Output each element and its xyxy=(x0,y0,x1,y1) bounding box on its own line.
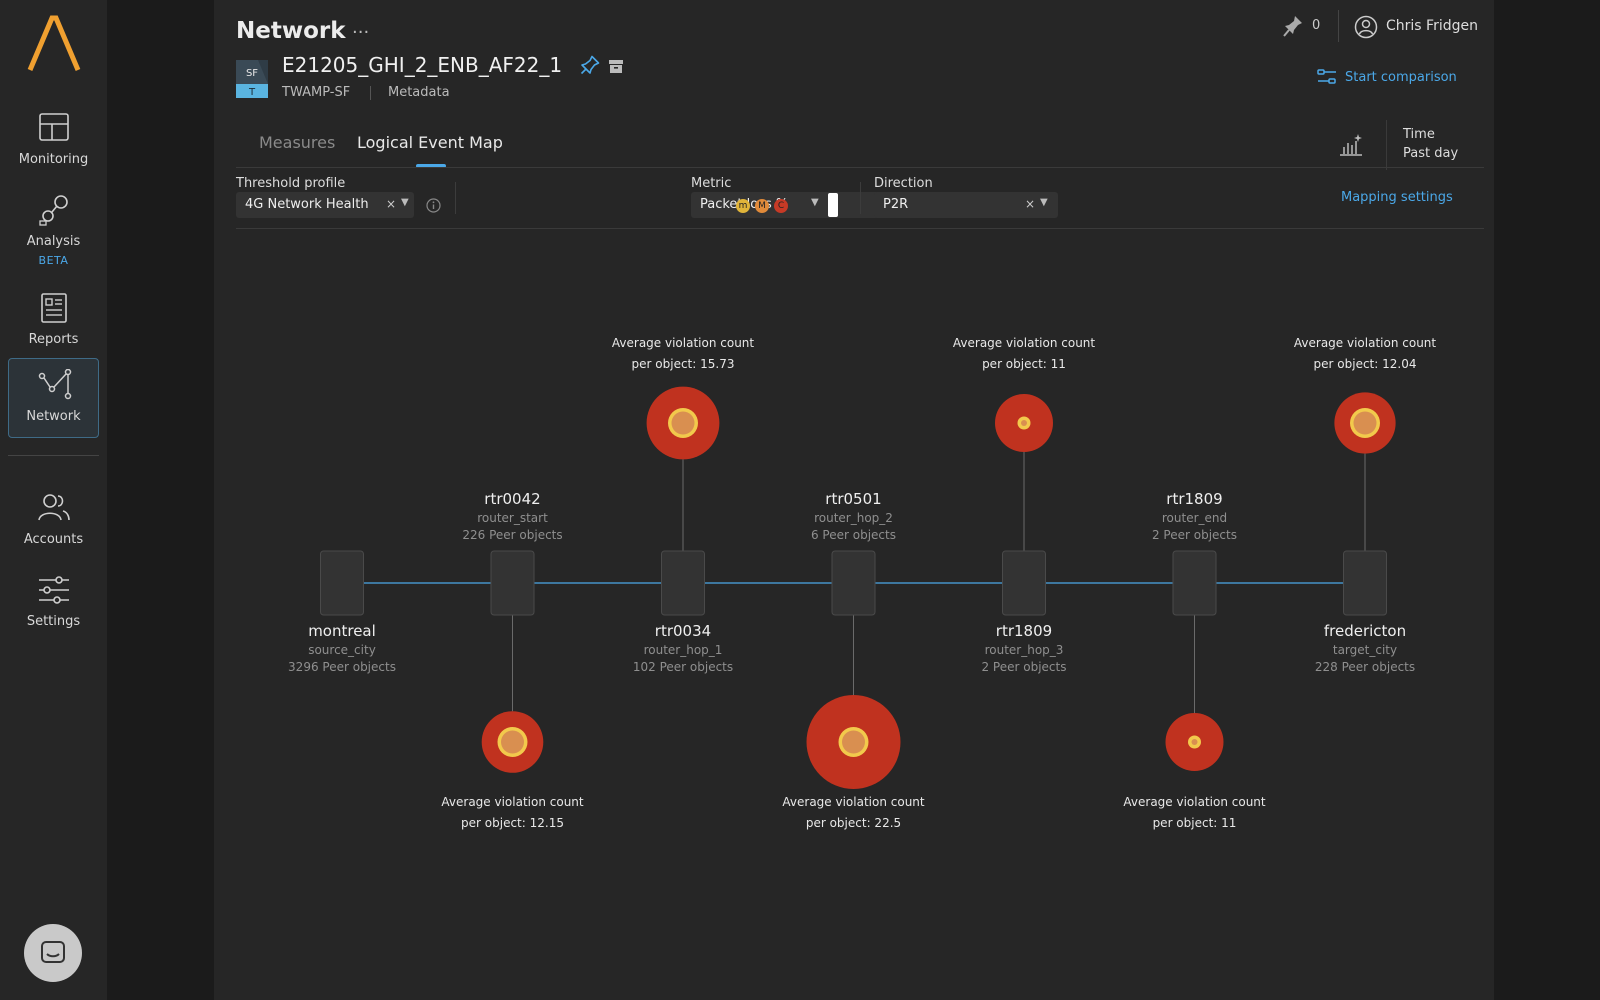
violation-caption: Average violation count xyxy=(1294,336,1437,350)
violation-caption: Average violation count xyxy=(441,795,584,809)
node-peers: 6 Peer objects xyxy=(811,528,896,542)
violation-core xyxy=(1021,420,1027,426)
node-name: rtr1809 xyxy=(1166,490,1222,508)
node-role: router_hop_1 xyxy=(644,643,723,657)
violation-core xyxy=(671,411,695,435)
node-name: rtr0034 xyxy=(655,622,711,640)
violation-value: per object: 22.5 xyxy=(806,816,901,830)
logical-event-map: montreal source_city 3296 Peer objects Aver… xyxy=(288,336,1437,830)
violation-caption: Average violation count xyxy=(1123,795,1266,809)
node-peers: 3296 Peer objects xyxy=(288,660,396,674)
network-node[interactable] xyxy=(831,550,876,616)
node-role: router_end xyxy=(1162,511,1227,525)
node-role: router_hop_3 xyxy=(985,643,1064,657)
node-peers: 228 Peer objects xyxy=(1315,660,1415,674)
violation-core xyxy=(501,730,524,754)
violation-caption: Average violation count xyxy=(612,336,755,350)
violation-value: per object: 11 xyxy=(982,357,1066,371)
violation-caption: Average violation count xyxy=(953,336,1096,350)
violation-core xyxy=(1191,739,1198,745)
network-node[interactable] xyxy=(1002,550,1046,616)
node-role: target_city xyxy=(1333,643,1397,657)
violation-value: per object: 15.73 xyxy=(632,357,735,371)
node-name: rtr0501 xyxy=(825,490,881,508)
violation-core xyxy=(1353,411,1377,435)
node-role: router_hop_2 xyxy=(814,511,893,525)
node-role: source_city xyxy=(308,643,376,657)
violation-caption: Average violation count xyxy=(782,795,925,809)
violation-value: per object: 12.15 xyxy=(461,816,564,830)
node-name: rtr1809 xyxy=(996,622,1052,640)
node-role: router_start xyxy=(477,511,548,525)
network-node[interactable] xyxy=(320,550,364,616)
network-node[interactable] xyxy=(1343,550,1387,616)
node-peers: 2 Peer objects xyxy=(981,660,1066,674)
node-peers: 102 Peer objects xyxy=(633,660,733,674)
node-name: montreal xyxy=(308,622,376,640)
violation-value: per object: 12.04 xyxy=(1314,357,1417,371)
node-peers: 2 Peer objects xyxy=(1152,528,1237,542)
network-node[interactable] xyxy=(490,550,535,616)
node-name: fredericton xyxy=(1324,622,1406,640)
network-node[interactable] xyxy=(661,550,705,616)
node-name: rtr0042 xyxy=(484,490,540,508)
node-peers: 226 Peer objects xyxy=(462,528,562,542)
network-node[interactable] xyxy=(1172,550,1217,616)
violation-value: per object: 11 xyxy=(1153,816,1237,830)
violation-core xyxy=(842,730,865,754)
